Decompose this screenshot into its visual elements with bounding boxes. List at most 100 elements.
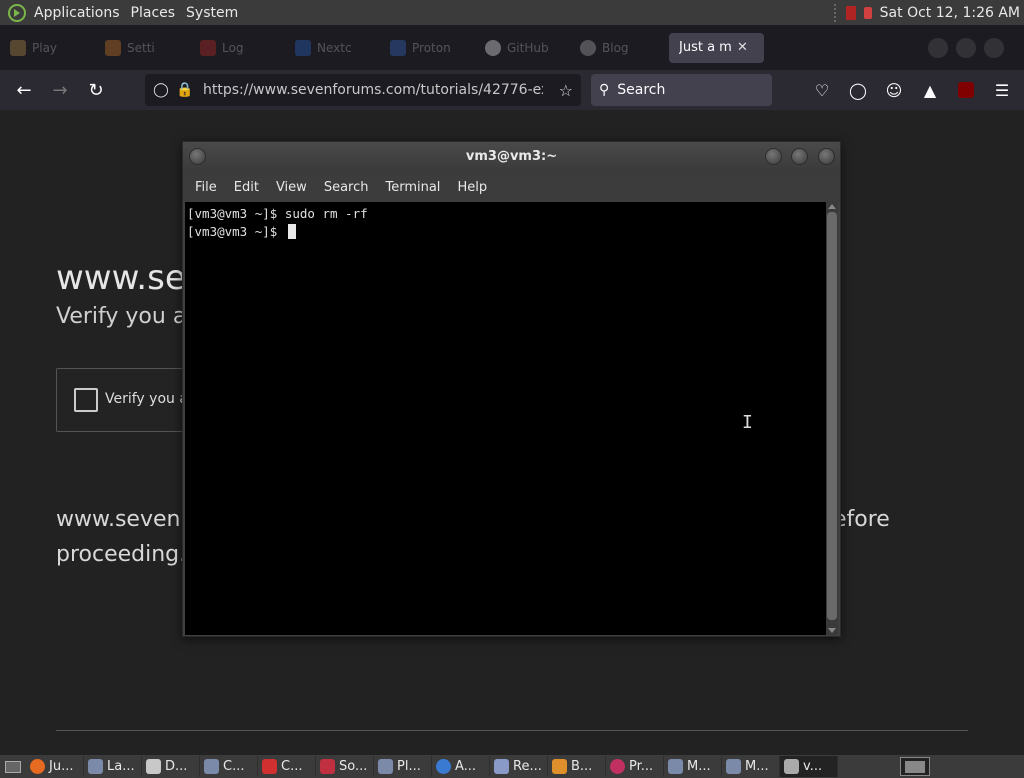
taskbar-item[interactable]: C... bbox=[258, 756, 316, 777]
taskbar-item[interactable]: B... bbox=[548, 756, 606, 777]
taskbar-item[interactable]: Ju... bbox=[26, 756, 84, 777]
show-desktop-button[interactable] bbox=[0, 756, 26, 777]
terminal-menubar: File Edit View Search Terminal Help bbox=[183, 172, 840, 202]
tab-item[interactable]: Nextc bbox=[285, 33, 380, 63]
reload-icon[interactable]: ↻ bbox=[78, 74, 114, 106]
url-text[interactable]: https://www.sevenforums.com/tutorials/42… bbox=[203, 82, 543, 98]
back-icon[interactable]: ← bbox=[6, 74, 42, 106]
tab-title: Setti bbox=[127, 40, 155, 55]
taskbar-item[interactable]: Re... bbox=[490, 756, 548, 777]
taskbar-item[interactable]: M... bbox=[664, 756, 722, 777]
tab-item[interactable]: Setti bbox=[95, 33, 190, 63]
verify-checkbox[interactable] bbox=[74, 388, 98, 412]
maximize-button[interactable] bbox=[791, 148, 808, 165]
task-label: So... bbox=[339, 759, 368, 774]
clock[interactable]: Sat Oct 12, 1:26 AM bbox=[880, 5, 1020, 21]
shield-icon[interactable]: ◯ bbox=[149, 82, 173, 98]
taskbar-item[interactable]: So... bbox=[316, 756, 374, 777]
scrollbar-thumb[interactable] bbox=[827, 212, 837, 620]
tab-item[interactable]: Play bbox=[0, 33, 95, 63]
panel-handle[interactable] bbox=[833, 3, 838, 22]
task-label: M... bbox=[745, 759, 769, 774]
terminal-window: vm3@vm3:~ File Edit View Search Terminal… bbox=[182, 141, 841, 637]
tray-feather-icon[interactable] bbox=[863, 6, 872, 19]
tab-title: Blog bbox=[602, 40, 629, 55]
tab-item[interactable]: Blog bbox=[570, 33, 665, 63]
ublock-icon[interactable] bbox=[950, 74, 982, 106]
feather-icon bbox=[320, 759, 335, 774]
active-tab-title: Just a mo bbox=[679, 40, 731, 55]
tab-item[interactable]: Log bbox=[190, 33, 285, 63]
terminal-title: vm3@vm3:~ bbox=[465, 149, 558, 164]
task-label: D... bbox=[165, 759, 188, 774]
mouse-ibeam-cursor-icon: I bbox=[742, 412, 753, 433]
terminal-icon bbox=[204, 759, 219, 774]
terminal-titlebar[interactable]: vm3@vm3:~ bbox=[183, 142, 840, 172]
text-cursor bbox=[287, 224, 296, 239]
github-icon bbox=[485, 39, 501, 56]
workspace-switcher[interactable] bbox=[900, 757, 930, 776]
taskbar-item[interactable]: C... bbox=[200, 756, 258, 777]
search-input[interactable]: ⚲ Search bbox=[591, 74, 772, 106]
menu-places[interactable]: Places bbox=[128, 5, 184, 21]
terminal-scrollbar[interactable] bbox=[826, 202, 838, 635]
close-tab-icon[interactable]: ✕ bbox=[737, 40, 748, 55]
extensions-icon[interactable]: ▲ bbox=[914, 74, 946, 106]
menu-applications[interactable]: Applications bbox=[31, 5, 128, 21]
menu-search[interactable]: Search bbox=[316, 180, 377, 195]
tab-item[interactable]: Proton bbox=[380, 33, 475, 63]
nav-bar: ← → ↻ ◯ 🔒 https://www.sevenforums.com/tu… bbox=[0, 70, 1024, 110]
tab-item[interactable]: GitHub bbox=[475, 33, 570, 63]
task-label: La... bbox=[107, 759, 135, 774]
pdf-icon bbox=[262, 759, 277, 774]
taskbar-item[interactable]: La... bbox=[84, 756, 142, 777]
terminal-icon bbox=[378, 759, 393, 774]
lock-icon[interactable]: 🔒 bbox=[173, 82, 197, 98]
pocket-icon[interactable]: ♡ bbox=[806, 74, 838, 106]
folder-icon bbox=[146, 759, 161, 774]
forward-icon[interactable]: → bbox=[42, 74, 78, 106]
tab-active[interactable]: Just a mo ✕ bbox=[669, 32, 764, 63]
distro-logo-icon[interactable] bbox=[8, 3, 26, 22]
url-bar[interactable]: ◯ 🔒 https://www.sevenforums.com/tutorial… bbox=[145, 74, 581, 106]
taskbar-item[interactable]: M... bbox=[722, 756, 780, 777]
menu-file[interactable]: File bbox=[187, 180, 225, 195]
menu-edit[interactable]: Edit bbox=[226, 180, 267, 195]
menu-terminal[interactable]: Terminal bbox=[377, 180, 448, 195]
tab-title: GitHub bbox=[507, 40, 549, 55]
scroll-down-icon[interactable] bbox=[828, 628, 836, 633]
menu-help[interactable]: Help bbox=[449, 180, 495, 195]
close-window-button[interactable] bbox=[984, 37, 1004, 58]
terminal-line: [vm3@vm3 ~]$ sudo rm -rf bbox=[187, 206, 368, 221]
top-panel: Applications Places System Sat Oct 12, 1… bbox=[0, 0, 1024, 25]
account-icon[interactable]: ☺ bbox=[878, 74, 910, 106]
toolbar-buttons: ♡ ◯ ☺ ▲ ☰ bbox=[806, 74, 1018, 106]
taskbar: Ju... La... D... C... C... So... Pl... A… bbox=[0, 755, 1024, 778]
minimize-button[interactable] bbox=[765, 148, 782, 165]
taskbar-item-active[interactable]: v... bbox=[780, 756, 838, 777]
grid-icon bbox=[552, 759, 567, 774]
terminal-screen[interactable]: [vm3@vm3 ~]$ sudo rm -rf [vm3@vm3 ~]$ bbox=[185, 202, 826, 635]
taskbar-item[interactable]: A... bbox=[432, 756, 490, 777]
hamburger-menu-icon[interactable]: ☰ bbox=[986, 74, 1018, 106]
minimize-button[interactable] bbox=[928, 37, 948, 58]
menu-view[interactable]: View bbox=[268, 180, 315, 195]
bookmark-star-icon[interactable]: ☆ bbox=[559, 81, 573, 100]
menu-system[interactable]: System bbox=[183, 5, 246, 21]
taskbar-item[interactable]: Pl... bbox=[374, 756, 432, 777]
scroll-up-icon[interactable] bbox=[828, 204, 836, 209]
maximize-button[interactable] bbox=[956, 37, 976, 58]
close-button[interactable] bbox=[818, 148, 835, 165]
n-icon bbox=[295, 39, 311, 56]
tray-app-icon[interactable] bbox=[845, 5, 856, 20]
circle-icon[interactable]: ◯ bbox=[842, 74, 874, 106]
bottle-icon bbox=[494, 759, 509, 774]
browser-icon bbox=[436, 759, 451, 774]
wine-icon bbox=[610, 759, 625, 774]
verify-label: Verify you ar bbox=[105, 391, 194, 407]
task-label: C... bbox=[281, 759, 303, 774]
taskbar-item[interactable]: Pr... bbox=[606, 756, 664, 777]
system-tray: Sat Oct 12, 1:26 AM bbox=[833, 3, 1024, 22]
taskbar-item[interactable]: D... bbox=[142, 756, 200, 777]
tab-title: Play bbox=[32, 40, 58, 55]
